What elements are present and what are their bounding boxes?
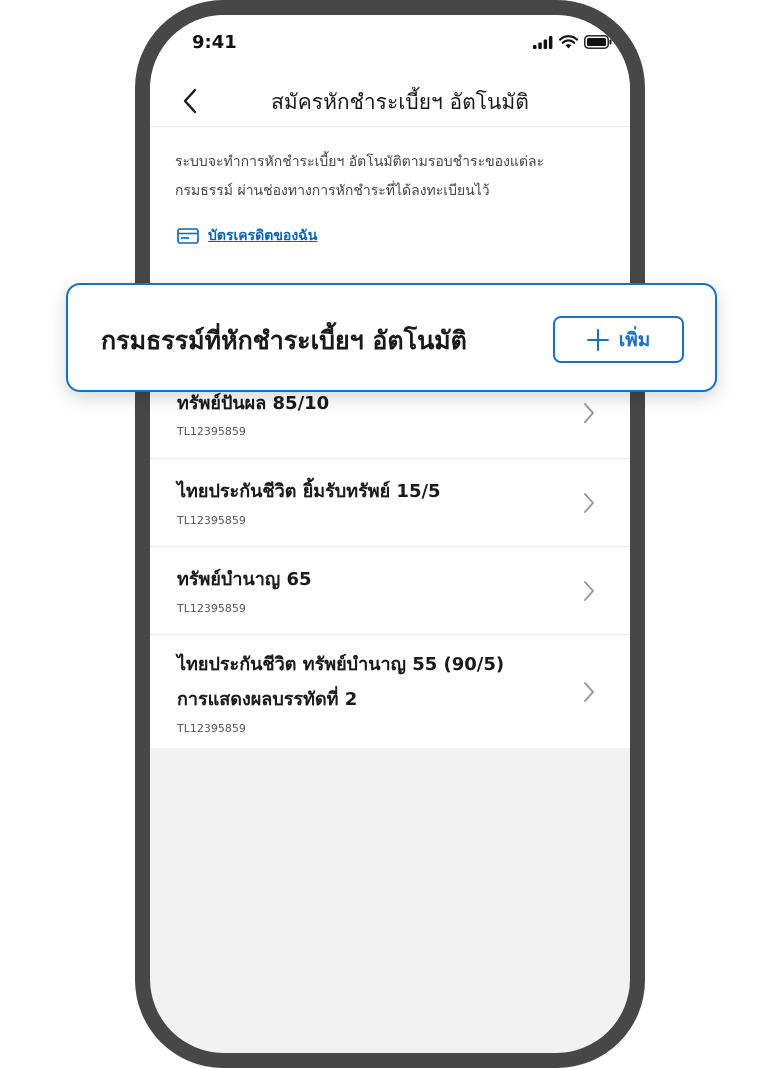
policy-number: TL12395859 [177, 425, 246, 438]
header-divider [150, 126, 630, 127]
nav-bar: สมัครหักชำระเบี้ยฯ อัตโนมัติ [150, 75, 630, 127]
section-title: กรมธรรม์ที่หักชำระเบี้ยฯ อัตโนมัติ [101, 326, 467, 355]
chevron-right-icon [584, 403, 594, 423]
status-time: 9:41 [192, 32, 237, 53]
plus-icon [586, 328, 609, 351]
battery-icon [584, 35, 612, 49]
credit-card-link-label: บัตรเครดิตของฉัน [208, 228, 318, 244]
description-text: ระบบจะทำการหักชำระเบี้ยฯ อัตโนมัติตามรอบ… [175, 154, 545, 199]
policy-number: TL12395859 [177, 514, 246, 527]
status-bar: 9:41 [150, 15, 630, 71]
policy-item[interactable]: ไทยประกันชีวิต ยิ้มรับทรัพย์ 15/5 TL1239… [150, 459, 630, 547]
policy-number: TL12395859 [177, 602, 246, 615]
policy-list: ทรัพย์ปันผล 85/10 TL12395859 ไทยประกันชี… [150, 373, 630, 748]
policy-name-line2: การแสดงผลบรรทัดที่ 2 [177, 689, 358, 710]
credit-card-icon [177, 228, 199, 244]
policy-name-line1: ไทยประกันชีวิต ทรัพย์บำนาญ 55 (90/5) [177, 654, 505, 675]
policy-item[interactable]: ไทยประกันชีวิต ทรัพย์บำนาญ 55 (90/5) การ… [150, 635, 630, 748]
policy-item[interactable]: ทรัพย์บำนาญ 65 TL12395859 [150, 547, 630, 635]
chevron-right-icon [584, 493, 594, 513]
policy-number: TL12395859 [177, 722, 246, 735]
page-title: สมัครหักชำระเบี้ยฯ อัตโนมัติ [271, 90, 529, 114]
app-screen: 9:41 สมัครหักชำระเบี้ยฯ อัตโนมัติ ระบบจะ… [150, 15, 630, 1053]
status-icons [533, 35, 612, 49]
add-button-label: เพิ่ม [618, 328, 651, 351]
wifi-icon [559, 35, 578, 49]
auto-debit-section-header: กรมธรรม์ที่หักชำระเบี้ยฯ อัตโนมัติ เพิ่ม [66, 283, 717, 392]
policy-name: ทรัพย์ปันผล 85/10 [177, 393, 330, 414]
chevron-right-icon [584, 581, 594, 601]
phone-frame: 9:41 สมัครหักชำระเบี้ยฯ อัตโนมัติ ระบบจะ… [135, 0, 645, 1068]
signal-icon [533, 35, 553, 49]
add-policy-button[interactable]: เพิ่ม [553, 316, 684, 363]
my-credit-cards-link[interactable]: บัตรเครดิตของฉัน [177, 225, 317, 247]
policy-name: ไทยประกันชีวิต ยิ้มรับทรัพย์ 15/5 [177, 481, 441, 502]
policy-name: ทรัพย์บำนาญ 65 [177, 569, 312, 590]
chevron-right-icon [584, 682, 594, 702]
